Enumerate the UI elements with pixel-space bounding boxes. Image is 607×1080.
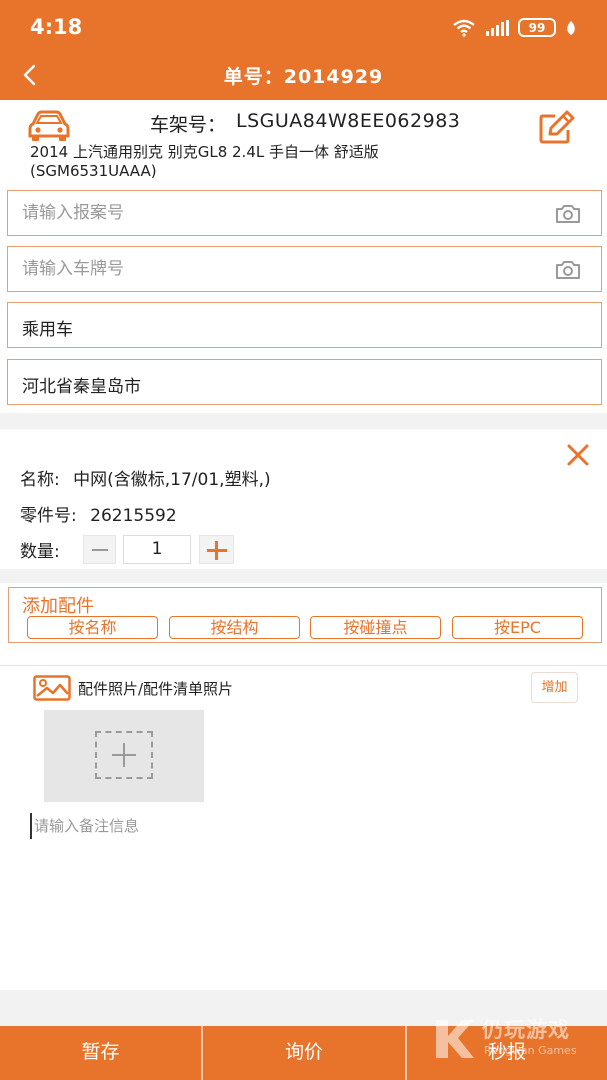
- add-parts-panel: 添加配件 按名称 按结构 按碰撞点 按EPC: [8, 587, 602, 643]
- camera-icon[interactable]: [555, 204, 581, 224]
- add-by-name-button[interactable]: 按名称: [27, 616, 158, 639]
- inquiry-button[interactable]: 询价: [203, 1026, 405, 1080]
- section-divider: [0, 569, 607, 583]
- charging-leaf-icon: [567, 20, 575, 35]
- photo-section-label: 配件照片/配件清单照片: [78, 680, 234, 698]
- quick-report-button[interactable]: 秒报: [407, 1026, 607, 1080]
- section-divider: [0, 413, 607, 429]
- signal-icon: [486, 19, 509, 36]
- bottom-action-bar: 暂存 询价 秒报: [0, 1026, 607, 1080]
- region-value: 河北省秦皇岛市: [22, 377, 141, 397]
- region-select[interactable]: 河北省秦皇岛市: [7, 359, 602, 405]
- vehicle-info: 车架号： LSGUA84W8EE062983 2014 上汽通用别克 别克GL8…: [0, 104, 607, 184]
- add-photo-icon: [95, 731, 153, 779]
- vehicle-model-line1: 2014 上汽通用别克 别克GL8 2.4L 手自一体 舒适版: [30, 143, 379, 161]
- car-icon: [28, 110, 70, 141]
- part-number-row: 零件号: 26215592: [20, 501, 177, 526]
- close-icon[interactable]: [566, 443, 590, 467]
- claim-number-input[interactable]: [8, 191, 538, 235]
- remark-input[interactable]: [30, 813, 570, 839]
- quantity-label: 数量:: [20, 542, 60, 562]
- part-number-value: 26215592: [90, 506, 177, 526]
- image-icon: [33, 675, 71, 701]
- part-name-value: 中网(含徽标,17/01,塑料,): [73, 470, 271, 490]
- add-photo-button[interactable]: 增加: [531, 672, 578, 703]
- camera-icon[interactable]: [555, 260, 581, 280]
- status-bar: 4:18 99: [0, 0, 607, 56]
- quantity-input[interactable]: 1: [123, 535, 191, 564]
- top-app-bar: 4:18 99 单号：2014929: [0, 0, 607, 100]
- add-parts-title: 添加配件: [22, 596, 94, 617]
- add-by-epc-button[interactable]: 按EPC: [452, 616, 583, 639]
- plate-number-field: [7, 246, 602, 292]
- edit-icon[interactable]: [538, 110, 576, 144]
- plate-number-input[interactable]: [8, 247, 538, 291]
- status-icons: 99: [452, 18, 577, 37]
- divider: [0, 665, 607, 666]
- page-title: 单号：2014929: [223, 66, 384, 88]
- part-name-label: 名称:: [20, 470, 60, 490]
- save-draft-button[interactable]: 暂存: [0, 1026, 201, 1080]
- claim-number-field: [7, 190, 602, 236]
- status-time: 4:18: [30, 15, 83, 39]
- vehicle-model-line2: (SGM6531UAAA): [30, 162, 157, 180]
- photo-upload-slot[interactable]: [44, 710, 204, 802]
- vehicle-type-select[interactable]: 乘用车: [7, 302, 602, 348]
- add-by-collision-point-button[interactable]: 按碰撞点: [310, 616, 441, 639]
- vin-label: 车架号：: [150, 114, 227, 136]
- part-name-row: 名称: 中网(含徽标,17/01,塑料,): [20, 465, 271, 490]
- part-number-label: 零件号:: [20, 506, 77, 526]
- quantity-increase-button[interactable]: [199, 535, 234, 564]
- vehicle-model: 2014 上汽通用别克 别克GL8 2.4L 手自一体 舒适版 (SGM6531…: [30, 143, 470, 181]
- battery-icon: 99: [518, 18, 556, 37]
- bottom-spacer: [0, 990, 607, 1026]
- quantity-decrease-button[interactable]: [83, 535, 116, 564]
- vin-value: LSGUA84W8EE062983: [236, 110, 461, 132]
- part-card: 名称: 中网(含徽标,17/01,塑料,) 零件号: 26215592 数量: …: [0, 429, 607, 569]
- vehicle-type-value: 乘用车: [22, 320, 73, 340]
- wifi-icon: [453, 19, 475, 37]
- add-by-structure-button[interactable]: 按结构: [169, 616, 300, 639]
